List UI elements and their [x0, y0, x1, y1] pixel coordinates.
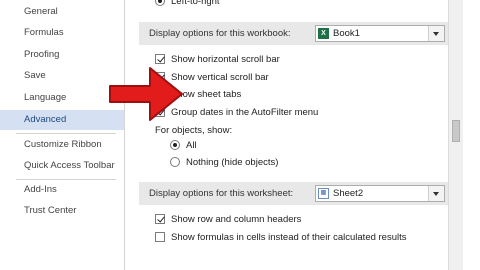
- objects-nothing-radio[interactable]: [170, 157, 180, 167]
- sidebar-item-general[interactable]: General: [0, 2, 124, 22]
- workbook-section-label: Display options for this workbook:: [149, 28, 291, 39]
- workbook-select-value: Book1: [333, 28, 360, 39]
- sidebar-item-customize-ribbon[interactable]: Customize Ribbon: [0, 135, 124, 155]
- show-formulas-label: Show formulas in cells instead of their …: [171, 232, 407, 243]
- worksheet-select-value: Sheet2: [333, 188, 364, 199]
- worksheet-icon: ▦: [318, 188, 329, 199]
- worksheet-section-label: Display options for this worksheet:: [149, 188, 294, 199]
- chevron-down-icon[interactable]: [428, 26, 444, 41]
- worksheet-section-header: Display options for this worksheet: ▦ Sh…: [139, 182, 453, 205]
- sidebar-item-trust-center[interactable]: Trust Center: [0, 201, 124, 221]
- objects-nothing-label: Nothing (hide objects): [186, 157, 279, 168]
- worksheet-select[interactable]: ▦ Sheet2: [315, 185, 445, 202]
- row-column-headers-label: Show row and column headers: [171, 214, 302, 225]
- row-column-headers-checkbox[interactable]: [155, 214, 165, 224]
- group-dates-label: Group dates in the AutoFilter menu: [171, 107, 319, 118]
- horizontal-scroll-bar-checkbox[interactable]: [155, 54, 165, 64]
- sidebar-divider: [16, 133, 116, 134]
- workbook-select[interactable]: X Book1: [315, 25, 445, 42]
- chevron-down-icon[interactable]: [428, 186, 444, 201]
- options-main-panel: Left-to-right Display options for this w…: [125, 0, 465, 270]
- window-frame: [463, 0, 480, 270]
- left-to-right-radio[interactable]: [155, 0, 165, 6]
- workbook-section-header: Display options for this workbook: X Boo…: [139, 22, 453, 45]
- red-arrow-icon: [109, 67, 183, 121]
- excel-workbook-icon: X: [318, 28, 329, 39]
- vertical-scrollbar[interactable]: [448, 0, 463, 270]
- objects-all-radio[interactable]: [170, 140, 180, 150]
- show-formulas-checkbox[interactable]: [155, 232, 165, 242]
- options-sidebar: General Formulas Proofing Save Language …: [0, 0, 125, 270]
- scrollbar-thumb[interactable]: [452, 120, 460, 142]
- objects-show-label: For objects, show:: [155, 125, 233, 136]
- sidebar-item-proofing[interactable]: Proofing: [0, 45, 124, 65]
- objects-all-label: All: [186, 140, 197, 151]
- sidebar-item-formulas[interactable]: Formulas: [0, 23, 124, 43]
- horizontal-scroll-bar-label: Show horizontal scroll bar: [171, 54, 280, 65]
- sidebar-item-quick-access-toolbar[interactable]: Quick Access Toolbar: [0, 156, 124, 176]
- sidebar-item-add-ins[interactable]: Add-Ins: [0, 180, 124, 200]
- left-to-right-label: Left-to-right: [171, 0, 220, 7]
